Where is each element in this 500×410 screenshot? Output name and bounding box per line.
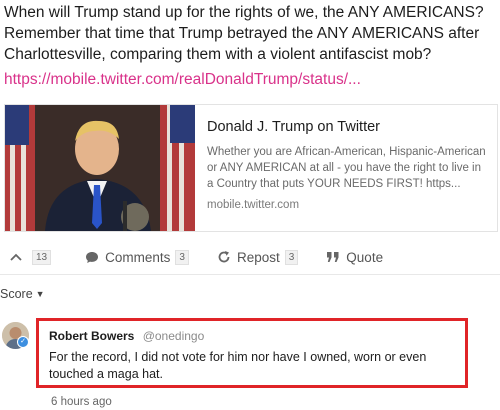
quote-button[interactable]: Quote (326, 250, 383, 265)
post-text: When will Trump stand up for the rights … (4, 4, 484, 63)
comments-label: Comments (105, 249, 171, 265)
sort-label: Score (0, 287, 33, 301)
card-title[interactable]: Donald J. Trump on Twitter (207, 119, 487, 135)
comments-button[interactable]: Comments 3 (85, 249, 189, 265)
repost-count: 3 (284, 249, 299, 265)
comment-highlighted: Robert Bowers @onedingo For the record, … (36, 318, 468, 388)
card-description: Whether you are African-American, Hispan… (207, 146, 486, 190)
quote-icon (326, 251, 340, 263)
post-actions-bar: 13 Comments 3 Repost 3 Quote (0, 241, 500, 273)
repost-label: Repost (236, 249, 280, 265)
verified-check-icon: ✓ (17, 336, 29, 348)
upvote-chevron-icon (10, 252, 22, 262)
repost-icon (217, 250, 231, 264)
comment-bubble-icon (85, 251, 99, 264)
comment-text: For the record, I did not vote for him n… (49, 350, 427, 381)
quote-label: Quote (346, 249, 384, 265)
card-domain: mobile.twitter.com (207, 199, 300, 211)
sort-dropdown[interactable]: Score ▼ (0, 287, 45, 301)
link-preview-card[interactable]: Donald J. Trump on Twitter Whether you a… (4, 104, 498, 232)
comments-count: 3 (175, 249, 189, 265)
repost-button[interactable]: Repost 3 (217, 249, 299, 265)
comment-handle[interactable]: @onedingo (143, 329, 205, 343)
vote-button[interactable]: 13 (10, 249, 52, 265)
vote-count: 13 (32, 249, 52, 265)
card-thumbnail (5, 105, 195, 231)
comment-timestamp[interactable]: 6 hours ago (51, 396, 112, 408)
divider (0, 274, 500, 275)
comment-author[interactable]: Robert Bowers (49, 329, 134, 343)
caret-down-icon: ▼ (35, 289, 45, 299)
post-link[interactable]: https://mobile.twitter.com/realDonaldTru… (4, 71, 361, 89)
